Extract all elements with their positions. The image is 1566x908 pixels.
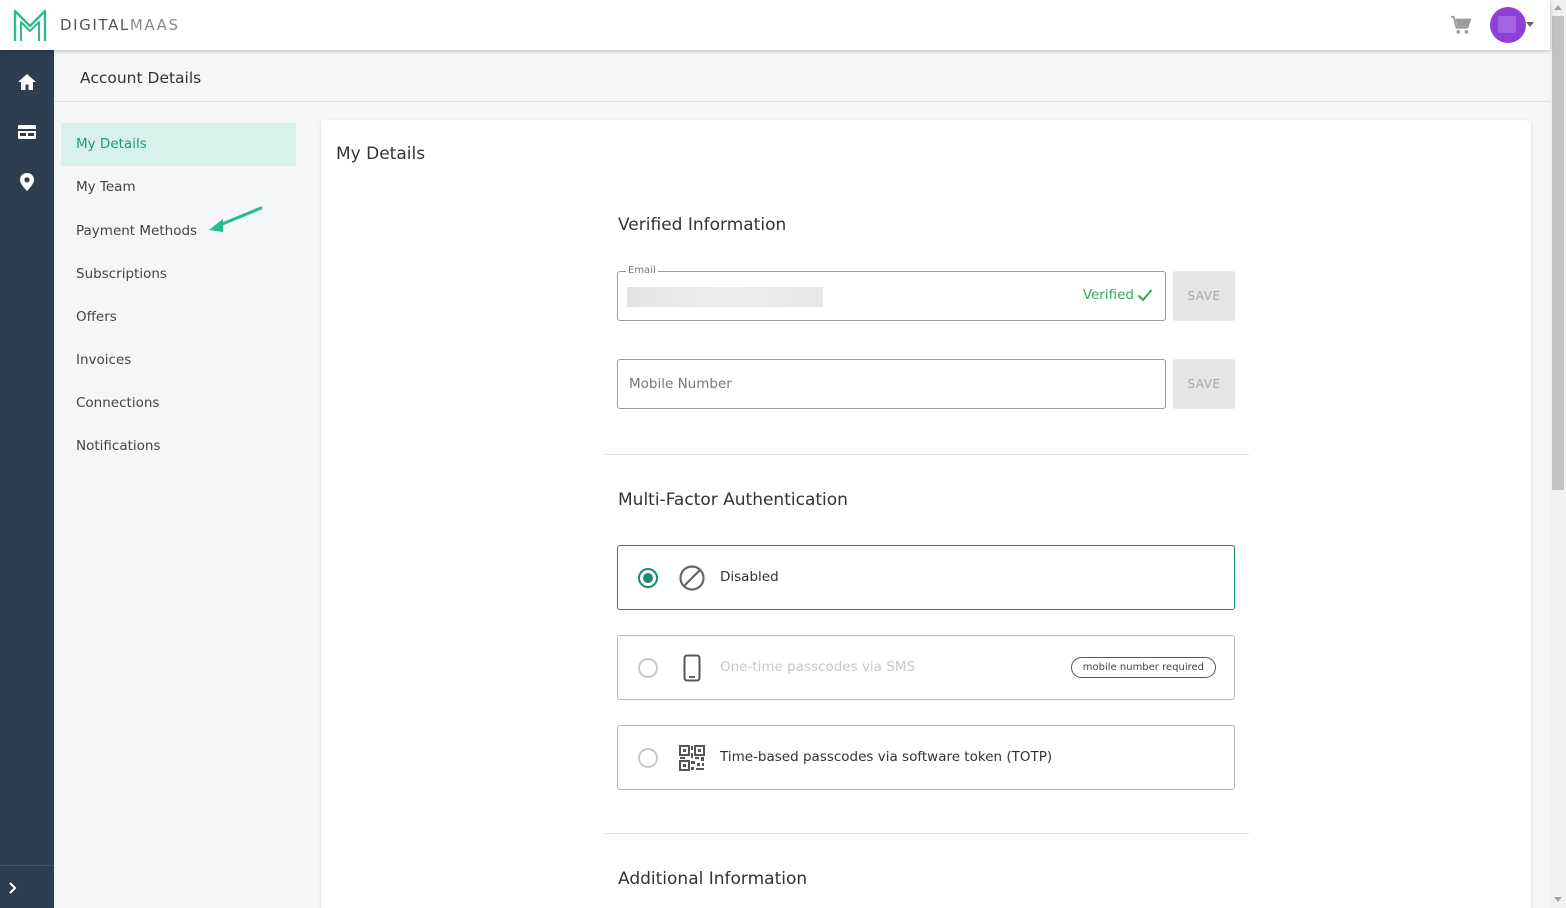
brand-name-bold: DIGITAL [60,16,130,34]
scrollbar-thumb[interactable] [1552,16,1564,490]
subnav-item-offers[interactable]: Offers [61,296,296,339]
digitalmaas-logo[interactable] [12,8,48,44]
mfa-option-totp[interactable]: Time-based passcodes via software token … [617,725,1235,790]
page-title-bar: Account Details [54,50,1550,102]
mfa-option-disabled[interactable]: Disabled [617,545,1235,610]
side-rail [0,50,54,908]
email-value-redacted [627,287,823,307]
mfa-title: Multi-Factor Authentication [618,490,848,510]
section-divider [604,833,1249,834]
scroll-down-icon[interactable] [1554,897,1562,902]
card-icon[interactable] [17,122,37,142]
subnav-item-notifications[interactable]: Notifications [61,425,296,468]
my-details-card: My Details Verified Information Email Ve… [321,120,1531,908]
chevron-down-icon[interactable] [1526,22,1534,27]
user-menu[interactable] [1488,6,1538,44]
subnav-item-subscriptions[interactable]: Subscriptions [61,253,296,296]
verified-label: Verified [1082,287,1134,303]
mobile-number-placeholder: Mobile Number [629,376,732,392]
qr-code-icon [679,745,705,771]
avatar[interactable] [1490,7,1526,43]
rail-expand[interactable] [0,865,54,908]
mobile-number-field[interactable]: Mobile Number [617,359,1166,409]
phone-icon [683,654,701,682]
verified-status: Verified [1083,287,1153,303]
subnav-item-connections[interactable]: Connections [61,382,296,425]
chevron-right-icon[interactable] [7,882,19,894]
save-mobile-button[interactable]: SAVE [1173,359,1235,409]
location-pin-icon[interactable] [17,172,37,192]
card-title: My Details [336,144,426,164]
ban-icon [679,565,705,591]
annotation-arrow-icon [209,206,263,232]
radio-totp[interactable] [638,748,658,768]
additional-information-title: Additional Information [618,869,808,889]
subnav-item-invoices[interactable]: Invoices [61,339,296,382]
top-header: DIGITALMAAS [0,0,1550,50]
save-email-button[interactable]: SAVE [1173,271,1235,321]
subnav-item-my-details[interactable]: My Details [61,123,296,166]
brand-name-light: MAAS [129,16,180,34]
brand-name: DIGITALMAAS [60,16,180,34]
radio-sms[interactable] [638,658,658,678]
mfa-option-totp-label: Time-based passcodes via software token … [720,749,1053,765]
account-subnav: My Details My Team Payment Methods Subsc… [61,123,296,468]
email-field[interactable]: Email Verified [617,265,1166,321]
page-title: Account Details [80,69,202,87]
home-icon[interactable] [17,72,37,92]
mobile-required-badge: mobile number required [1070,657,1216,678]
radio-disabled[interactable] [638,568,658,588]
vertical-scrollbar[interactable] [1550,0,1566,908]
mfa-option-disabled-label: Disabled [720,569,779,585]
mfa-option-sms-label: One-time passcodes via SMS [720,659,916,675]
section-divider [604,454,1249,455]
cart-icon[interactable] [1450,15,1472,35]
mfa-option-sms[interactable]: One-time passcodes via SMS mobile number… [617,635,1235,700]
check-icon [1137,289,1153,302]
verified-information-title: Verified Information [618,215,787,235]
email-field-label: Email [626,265,658,276]
subnav-item-my-team[interactable]: My Team [61,166,296,209]
scroll-up-icon[interactable] [1554,5,1562,10]
